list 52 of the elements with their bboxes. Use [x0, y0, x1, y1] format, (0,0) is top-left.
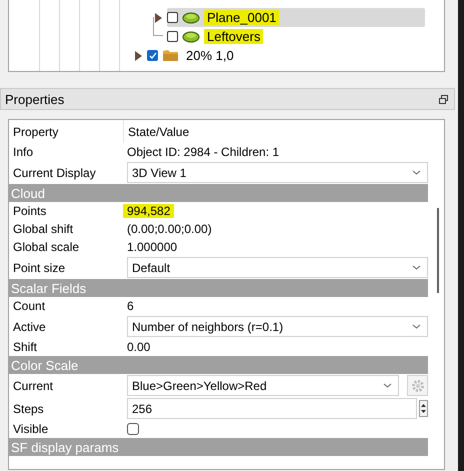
caret-icon — [412, 324, 421, 329]
property-name: Current — [12, 378, 54, 392]
property-name: Steps — [12, 402, 45, 416]
section-header: Cloud — [9, 184, 428, 202]
section-header: SF display params — [9, 438, 428, 456]
property-value: 6 — [127, 299, 134, 313]
scrollbar[interactable] — [437, 208, 439, 293]
number-field[interactable]: 256 — [127, 398, 417, 419]
settings-icon — [410, 378, 424, 392]
column-header[interactable]: Property — [9, 120, 124, 143]
expand-arrow-icon[interactable] — [155, 12, 162, 22]
property-value: (0.00;0.00;0.00) — [127, 222, 212, 236]
expand-arrow-icon[interactable] — [135, 50, 142, 60]
caret-icon — [412, 265, 421, 270]
float-icon[interactable] — [439, 94, 448, 104]
property-value: 1.000000 — [127, 240, 178, 254]
cloud-icon — [182, 12, 200, 24]
item-label[interactable]: Plane_0001 — [204, 10, 280, 25]
selected-row[interactable]: Plane_0001 — [167, 8, 425, 27]
item-label[interactable]: Leftovers — [204, 29, 264, 44]
caret-icon — [412, 170, 421, 175]
panel-title: Properties — [5, 92, 64, 106]
checkbox[interactable] — [127, 423, 139, 435]
property-name: Shift — [12, 340, 38, 354]
checkbox[interactable] — [167, 12, 178, 23]
property-value: 0.00 — [127, 340, 150, 354]
dropdown[interactable]: Number of neighbors (r=0.1) — [127, 316, 428, 337]
caret-icon — [383, 383, 392, 388]
property-name: Visible — [12, 422, 50, 436]
property-name: Global shift — [12, 222, 74, 236]
property-name: Current Display — [12, 166, 97, 180]
property-name: Count — [12, 299, 46, 313]
checkbox[interactable] — [147, 50, 158, 61]
property-name: Point size — [12, 260, 66, 274]
property-value: Object ID: 2984 - Children: 1 — [127, 145, 280, 159]
property-value: 994,582 — [123, 204, 174, 218]
dropdown[interactable]: Default — [127, 257, 428, 278]
property-name: Info — [12, 145, 34, 159]
dropdown[interactable]: 3D View 1 — [127, 162, 428, 183]
cloud-icon — [182, 30, 200, 42]
column-header[interactable]: State/Value — [124, 124, 428, 138]
check-icon — [148, 52, 156, 59]
section-header: Scalar Fields — [9, 279, 428, 297]
property-name: Global scale — [12, 240, 80, 254]
folder-icon — [162, 49, 179, 62]
checkbox[interactable] — [167, 31, 178, 42]
property-name: Points — [12, 204, 48, 218]
dropdown[interactable]: Blue>Green>Yellow>Red — [127, 375, 399, 396]
item-label[interactable]: 20% 1,0 — [183, 48, 237, 63]
property-name: Active — [12, 320, 47, 334]
section-header: Color Scale — [9, 356, 428, 374]
spinner-arrows-icon[interactable] — [419, 400, 428, 417]
